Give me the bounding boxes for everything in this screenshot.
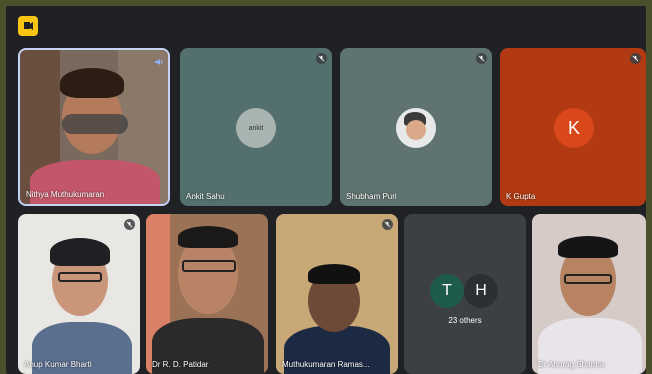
mic-off-icon — [630, 53, 641, 64]
participant-tile[interactable]: Nithya Muthukumaran — [18, 48, 170, 206]
meet-logo-icon[interactable] — [18, 16, 38, 36]
participant-video — [30, 160, 160, 204]
participant-name: K Gupta — [506, 192, 536, 201]
participant-name: Ankit Sahu — [186, 192, 225, 201]
mic-off-icon — [316, 53, 327, 64]
avatar: T — [430, 274, 464, 308]
participant-tile[interactable]: Dr R. D. Patidar — [146, 214, 268, 374]
participant-tile[interactable]: Anup Kumar Bharti — [18, 214, 140, 374]
avatar: K — [554, 108, 594, 148]
avatar: H — [464, 274, 498, 308]
participant-name: Anup Kumar Bharti — [24, 360, 92, 369]
mic-off-icon — [124, 219, 135, 230]
speaking-icon — [154, 54, 164, 72]
participant-tile[interactable]: Dr Anurag Sharma — [532, 214, 646, 374]
avatar — [396, 108, 436, 148]
participant-name: Dr R. D. Patidar — [152, 360, 209, 369]
participant-tile[interactable]: ankit Ankit Sahu — [180, 48, 332, 206]
others-count: 23 others — [448, 316, 482, 325]
meeting-grid: Nithya Muthukumaran ankit Ankit Sahu Shu… — [6, 6, 646, 374]
participant-name: Dr Anurag Sharma — [538, 360, 605, 369]
others-tile[interactable]: T H 23 others — [404, 214, 526, 374]
participant-name: Shubham Puri — [346, 192, 397, 201]
participant-tile[interactable]: K K Gupta — [500, 48, 646, 206]
tile-controls[interactable] — [62, 114, 128, 134]
mic-off-icon — [382, 219, 393, 230]
avatar: ankit — [236, 108, 276, 148]
participant-name: Nithya Muthukumaran — [26, 190, 105, 199]
participant-tile[interactable]: Muthukumaran Ramas... — [276, 214, 398, 374]
participant-tile[interactable]: Shubham Puri — [340, 48, 492, 206]
participant-name: Muthukumaran Ramas... — [282, 360, 370, 369]
mic-off-icon — [476, 53, 487, 64]
